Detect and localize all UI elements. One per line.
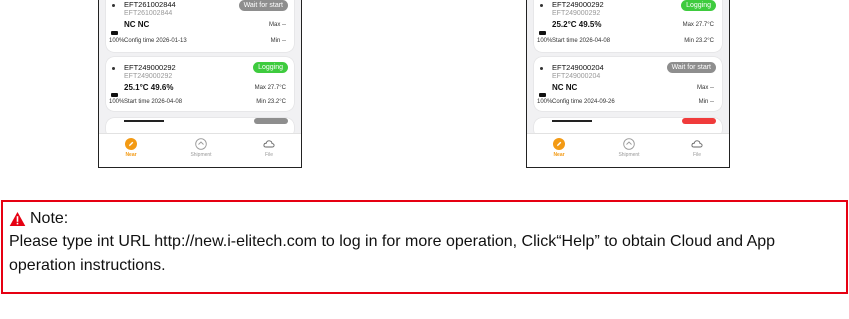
tab-label: File [264, 152, 274, 158]
device-card[interactable]: EFT249000292 Logging EFT249000292 25.2°C… [534, 0, 722, 52]
min-value: Min -- [270, 38, 286, 44]
device-card[interactable]: EFT261002844 Wait for start EFT261002844… [106, 0, 294, 52]
battery-icon [111, 31, 118, 35]
status-badge-partial [682, 118, 716, 124]
device-serial: EFT249000292 [552, 10, 601, 17]
device-name-partial [552, 120, 592, 122]
battery-icon [539, 31, 546, 35]
max-value: Max 27.7°C [254, 85, 286, 91]
device-serial: EFT261002844 [124, 10, 173, 17]
device-serial: EFT249000204 [552, 73, 601, 80]
tab-bar: Near Shipment File [99, 133, 301, 167]
bullet [540, 4, 543, 7]
device-card[interactable]: EFT249000204 Wait for start EFT249000204… [534, 57, 722, 111]
max-value: Max -- [269, 22, 286, 28]
device-name-partial [124, 120, 164, 122]
device-card[interactable]: EFT249000292 Logging EFT249000292 25.1°C… [106, 57, 294, 111]
phone-screen-left: EFT261002844 Wait for start EFT261002844… [98, 0, 302, 168]
bullet [112, 4, 115, 7]
warning-icon [9, 212, 26, 226]
battery-level: 100% [109, 38, 125, 44]
tab-near[interactable]: Near [111, 138, 151, 158]
battery-level: 100% [537, 38, 553, 44]
max-value: Max -- [697, 85, 714, 91]
device-time: Config time 2024-09-26 [552, 99, 615, 105]
bullet [540, 67, 543, 70]
min-value: Min 23.2°C [684, 38, 714, 44]
status-badge: Wait for start [238, 0, 288, 11]
tab-file[interactable]: File [677, 138, 717, 158]
cloud-icon [263, 140, 275, 148]
pencil-icon [125, 138, 137, 150]
shipment-icon [623, 138, 635, 150]
note-text: Please type int URL http://new.i-elitech… [9, 233, 776, 274]
device-name: EFT261002844 [124, 0, 176, 9]
status-badge-partial [254, 118, 288, 124]
status-badge: Wait for start [666, 62, 716, 73]
device-time: Start time 2026-04-08 [552, 38, 611, 44]
tab-file[interactable]: File [249, 138, 289, 158]
reading-values: NC NC [124, 20, 150, 29]
status-badge: Logging [681, 0, 716, 11]
device-name: EFT249000204 [552, 63, 604, 72]
tab-shipment[interactable]: Shipment [181, 138, 221, 158]
max-value: Max 27.7°C [682, 22, 714, 28]
bullet [112, 67, 115, 70]
phone-screen-right: EFT249000292 Logging EFT249000292 25.2°C… [526, 0, 730, 168]
note-box: Note: Please type int URL http://new.i-e… [1, 200, 848, 294]
tab-label: File [692, 152, 702, 158]
battery-icon [539, 93, 546, 97]
battery-level: 100% [537, 99, 553, 105]
tab-label: Shipment [618, 152, 640, 158]
device-name: EFT249000292 [124, 63, 176, 72]
note-heading: Note: [9, 208, 840, 230]
tab-bar: Near Shipment File [527, 133, 729, 167]
device-serial: EFT249000292 [124, 73, 173, 80]
shipment-icon [195, 138, 207, 150]
min-value: Min -- [698, 99, 714, 105]
tab-label: Near [125, 152, 137, 158]
tab-label: Shipment [190, 152, 212, 158]
cloud-icon [691, 140, 703, 148]
reading-values: 25.2°C 49.5% [552, 20, 602, 29]
battery-icon [111, 93, 118, 97]
tab-shipment[interactable]: Shipment [609, 138, 649, 158]
device-time: Config time 2026-01-13 [124, 38, 187, 44]
reading-values: 25.1°C 49.6% [124, 83, 174, 92]
status-badge: Logging [253, 62, 288, 73]
tab-near[interactable]: Near [539, 138, 579, 158]
tab-label: Near [553, 152, 565, 158]
device-name: EFT249000292 [552, 0, 604, 9]
pencil-icon [553, 138, 565, 150]
device-time: Start time 2026-04-08 [124, 99, 183, 105]
battery-level: 100% [109, 99, 125, 105]
min-value: Min 23.2°C [256, 99, 286, 105]
note-title: Note: [30, 210, 69, 227]
reading-values: NC NC [552, 83, 578, 92]
